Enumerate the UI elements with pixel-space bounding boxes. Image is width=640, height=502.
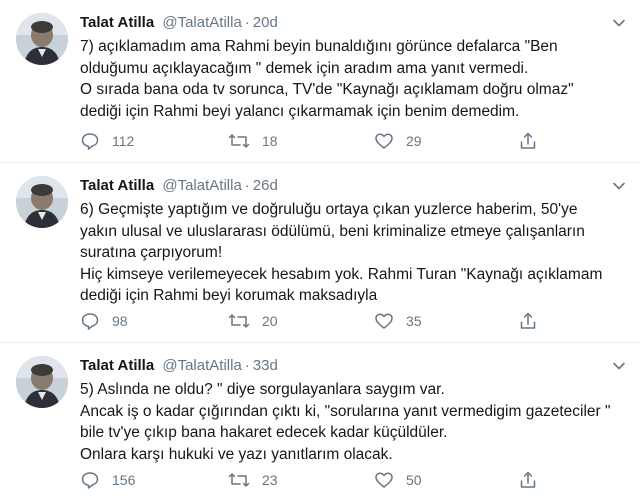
tweet-text-line: 7) açıklamadım ama Rahmi beyin bunaldığı… — [80, 38, 558, 55]
like-icon — [375, 313, 393, 329]
separator: · — [244, 177, 250, 194]
author-handle[interactable]: @TalatAtilla — [162, 177, 241, 194]
share-button[interactable] — [518, 310, 550, 332]
author-handle[interactable]: @TalatAtilla — [162, 14, 241, 31]
retweet-button[interactable]: 18 — [228, 130, 278, 152]
reply-button[interactable]: 98 — [80, 310, 128, 332]
retweet-icon — [228, 473, 250, 487]
reply-count: 98 — [112, 313, 128, 329]
tweet-text-line: olduğumu açıklayacağım " demek için arad… — [80, 59, 529, 77]
tweet-text-line: suratına çarpıyorum! — [80, 244, 223, 261]
like-count: 50 — [406, 472, 422, 488]
share-button[interactable] — [518, 469, 550, 491]
retweet-icon — [228, 134, 250, 148]
tweet-text-line: Hiç kimseye verilemeyecek hesabım yok. R… — [80, 265, 603, 283]
reply-icon — [81, 133, 99, 150]
tweet-header: Talat Atilla @TalatAtilla · 33d — [80, 356, 610, 376]
author-handle[interactable]: @TalatAtilla — [162, 357, 241, 374]
retweet-count: 23 — [262, 472, 278, 488]
timestamp[interactable]: 26d — [253, 177, 278, 194]
retweet-icon — [228, 314, 250, 328]
share-icon — [520, 312, 536, 329]
tweet-text-line: O sırada bana oda tv sorunca, TV'de "Kay… — [80, 81, 574, 98]
avatar[interactable] — [16, 13, 68, 65]
author-name[interactable]: Talat Atilla — [80, 14, 154, 31]
share-icon — [520, 471, 536, 488]
timestamp[interactable]: 20d — [253, 14, 278, 31]
tweet-feed: Talat Atilla @TalatAtilla · 20d 7) açıklam… — [0, 0, 640, 502]
tweet-text-line: yakın ulusal ve uluslararası ödülümü, be… — [80, 222, 585, 240]
tweet-actions: 112 18 29 — [80, 130, 550, 152]
retweet-count: 18 — [262, 133, 278, 149]
like-button[interactable]: 29 — [374, 130, 422, 152]
tweet-header: Talat Atilla @TalatAtilla · 20d — [80, 13, 610, 33]
reply-count: 112 — [112, 133, 135, 149]
tweet-text-line: dediği için Rahmi beyi korumak maksadıyl… — [80, 287, 378, 304]
tweet-actions: 156 23 50 — [80, 469, 550, 491]
tweet[interactable]: Talat Atilla @TalatAtilla · 20d 7) açıklam… — [0, 0, 640, 163]
tweet-text-line: 5) Aslında ne oldu? " diye sorgulayanlar… — [80, 381, 445, 398]
tweet-actions: 98 20 35 — [80, 310, 550, 332]
separator: · — [244, 357, 250, 374]
like-button[interactable]: 35 — [374, 310, 422, 332]
tweet-text-line: Ancak iş o kadar çığırından çıktı ki, "s… — [80, 402, 611, 420]
retweet-button[interactable]: 20 — [228, 310, 278, 332]
tweet-text-line: 6) Geçmişte yaptığım ve doğruluğu ortaya… — [80, 201, 578, 218]
separator: · — [244, 14, 250, 31]
reply-icon — [81, 313, 99, 330]
like-count: 35 — [406, 313, 422, 329]
tweet[interactable]: Talat Atilla @TalatAtilla · 33d 5) Aslında… — [0, 343, 640, 502]
like-button[interactable]: 50 — [374, 469, 422, 491]
like-count: 29 — [406, 133, 422, 149]
retweet-button[interactable]: 23 — [228, 469, 278, 491]
like-icon — [375, 133, 393, 149]
tweet-text-line: dediği için Rahmi beyi yalancı çıkarmama… — [80, 102, 520, 120]
tweet-text-line: Onlara karşı hukuki ve yazı yanıtlarım o… — [80, 445, 393, 463]
author-name[interactable]: Talat Atilla — [80, 357, 154, 374]
tweet-text: 7) açıklamadım ama Rahmi beyin bunaldığı… — [80, 36, 628, 122]
reply-button[interactable]: 112 — [80, 130, 134, 152]
timestamp[interactable]: 33d — [253, 357, 278, 374]
like-icon — [375, 472, 393, 488]
avatar[interactable] — [16, 356, 68, 408]
tweet-text: 6) Geçmişte yaptığım ve doğruluğu ortaya… — [80, 199, 628, 307]
author-name[interactable]: Talat Atilla — [80, 177, 154, 194]
retweet-count: 20 — [262, 313, 278, 329]
share-button[interactable] — [518, 130, 550, 152]
chevron-down-icon[interactable] — [612, 16, 626, 30]
chevron-down-icon[interactable] — [612, 179, 626, 193]
chevron-down-icon[interactable] — [612, 359, 626, 373]
tweet-text: 5) Aslında ne oldu? " diye sorgulayanlar… — [80, 379, 628, 465]
reply-count: 156 — [112, 472, 136, 488]
avatar[interactable] — [16, 176, 68, 228]
tweet-header: Talat Atilla @TalatAtilla · 26d — [80, 176, 610, 196]
reply-icon — [81, 472, 99, 489]
tweet[interactable]: Talat Atilla @TalatAtilla · 26d 6) Geçmişt… — [0, 163, 640, 343]
share-icon — [520, 132, 536, 149]
tweet-text-line: bile tv'ye çıkıp bana hakaret edecek kad… — [80, 424, 448, 441]
reply-button[interactable]: 156 — [80, 469, 135, 491]
